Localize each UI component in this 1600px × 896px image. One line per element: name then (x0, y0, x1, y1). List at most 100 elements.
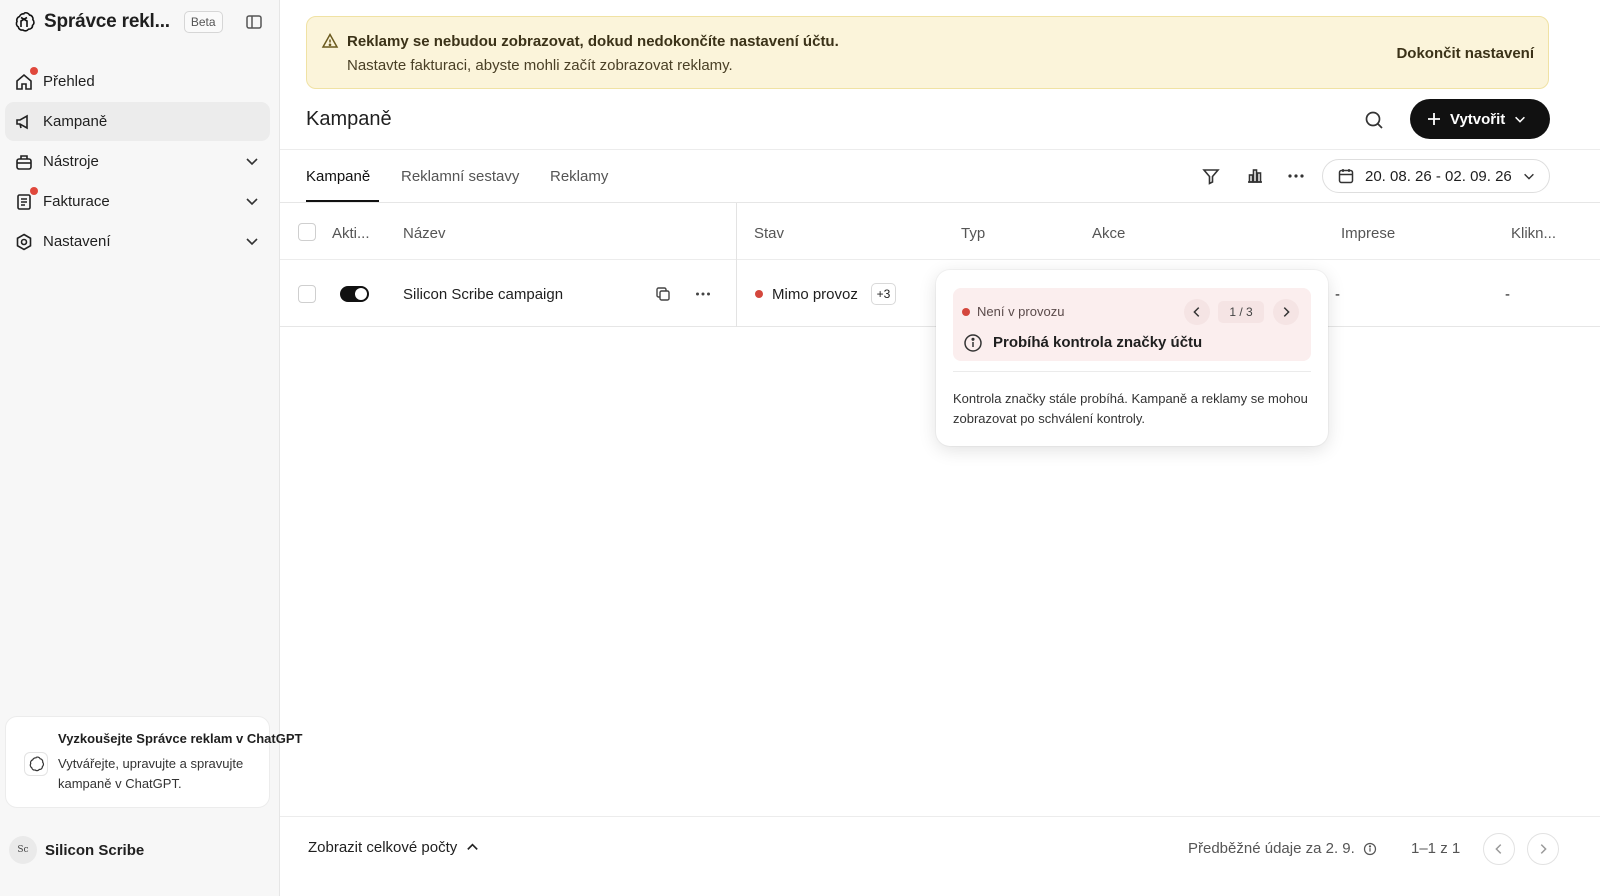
status-popover-header: Není v provozu 1 / 3 Probíhá kontrola zn… (953, 288, 1311, 361)
campaign-clicks: - (1505, 286, 1510, 303)
popover-title: Probíhá kontrola značky účtu (993, 334, 1203, 351)
create-button-label: Vytvořit (1450, 110, 1506, 128)
tab-campaigns[interactable]: Kampaně (306, 168, 370, 185)
column-header-actions[interactable]: Akce (1092, 225, 1125, 242)
home-icon (14, 66, 38, 92)
sidebar-item-tools[interactable]: Nástroje (5, 142, 270, 181)
user-name: Silicon Scribe (45, 841, 145, 859)
promo-title: Vyzkoušejte Správce reklam v ChatGPT (58, 731, 303, 746)
megaphone-icon (14, 112, 34, 132)
more-horizontal-icon[interactable] (694, 285, 712, 303)
pagination-range: 1–1 z 1 (1411, 840, 1461, 857)
chevron-down-icon (246, 158, 258, 166)
next-page-button[interactable] (1527, 833, 1559, 865)
popover-body: Kontrola značky stále probíhá. Kampaně a… (953, 391, 1308, 426)
sidebar: Správce rekl... Beta Přehled Kampaně Nás… (0, 0, 302, 896)
chevron-right-icon (1540, 844, 1547, 854)
status-indicator-dot (962, 308, 970, 316)
beta-badge: Beta (183, 11, 223, 33)
sidebar-nav: Přehled Kampaně Nástroje Fakturace Nasta… (5, 62, 270, 262)
sidebar-toggle-icon[interactable] (244, 12, 264, 32)
chatgpt-promo-card[interactable]: Vyzkoušejte Správce reklam v ChatGPT Vyt… (5, 716, 302, 808)
divider (280, 149, 1600, 150)
extra-status-badge[interactable]: +3 (871, 283, 896, 305)
show-totals-label: Zobrazit celkové počty (308, 839, 458, 856)
chevron-right-icon (1283, 307, 1290, 317)
chevron-down-icon (1523, 173, 1534, 180)
issue-counter: 1 / 3 (1218, 301, 1264, 323)
show-totals-toggle[interactable]: Zobrazit celkové počty (308, 839, 480, 856)
user-profile[interactable]: Sc Silicon Scribe (9, 836, 144, 864)
preliminary-data-label: Předběžné údaje za 2. 9. (1188, 840, 1355, 857)
toolbox-icon (14, 152, 34, 172)
next-issue-button[interactable] (1273, 299, 1299, 325)
setup-warning-banner: Reklamy se nebudou zobrazovat, dokud ned… (306, 16, 1549, 89)
openai-logo-icon (24, 752, 48, 776)
bar-chart-icon[interactable] (1245, 166, 1265, 186)
sidebar-item-settings[interactable]: Nastavení (5, 222, 270, 261)
chevron-down-icon (246, 238, 258, 246)
campaign-active-toggle[interactable] (340, 286, 369, 302)
brand: Správce rekl... Beta (12, 9, 268, 35)
column-header-impressions[interactable]: Imprese (1341, 225, 1395, 242)
notification-dot (30, 66, 38, 75)
chevron-down-icon (1515, 116, 1526, 123)
sidebar-item-label: Přehled (43, 73, 95, 90)
chevron-up-icon (467, 843, 478, 850)
brand-title: Správce rekl... (44, 11, 170, 32)
openai-logo-icon (15, 11, 35, 32)
more-horizontal-icon[interactable] (1286, 166, 1306, 186)
preliminary-data-note: Předběžné údaje za 2. 9. (1188, 840, 1377, 857)
campaign-impressions: - (1335, 286, 1340, 303)
sidebar-item-label: Nástroje (43, 153, 99, 170)
tab-ads[interactable]: Reklamy (550, 168, 608, 185)
date-range-picker[interactable]: 20. 08. 26 - 02. 09. 26 (1322, 159, 1550, 193)
status-indicator-dot (755, 290, 763, 298)
row-checkbox[interactable] (298, 285, 316, 303)
column-header-status[interactable]: Stav (754, 225, 784, 242)
sidebar-item-label: Nastavení (43, 233, 111, 250)
tab-ad-sets[interactable]: Reklamní sestavy (401, 168, 519, 185)
date-range-value: 20. 08. 26 - 02. 09. 26 (1365, 167, 1512, 185)
duplicate-icon[interactable] (654, 285, 672, 303)
sidebar-item-campaigns[interactable]: Kampaně (5, 102, 270, 141)
warning-icon (321, 32, 339, 48)
create-button[interactable]: Vytvořit (1410, 99, 1550, 139)
column-header-active[interactable]: Akti... (332, 225, 370, 242)
search-icon[interactable] (1362, 108, 1386, 132)
avatar: Sc (9, 836, 37, 864)
calendar-icon (1338, 169, 1354, 184)
campaign-status[interactable]: Mimo provoz (772, 286, 858, 303)
plus-icon (1428, 113, 1440, 125)
chevron-left-icon (1495, 844, 1502, 854)
chevron-down-icon (246, 198, 258, 206)
previous-page-button[interactable] (1483, 833, 1515, 865)
popover-status: Není v provozu (977, 304, 1065, 319)
column-divider (736, 203, 737, 327)
previous-issue-button[interactable] (1184, 299, 1210, 325)
promo-text: Vytvářejte, upravujte a spravujte kampan… (58, 756, 244, 791)
banner-title: Reklamy se nebudou zobrazovat, dokud ned… (347, 33, 839, 50)
chevron-left-icon (1193, 307, 1200, 317)
sidebar-item-billing[interactable]: Fakturace (5, 182, 270, 221)
info-icon (964, 334, 982, 352)
info-icon[interactable] (1363, 842, 1377, 856)
gear-icon (14, 232, 34, 252)
divider (953, 371, 1311, 372)
table-header: Akti... Název Stav Typ Akce Imprese Klik… (280, 203, 1600, 260)
divider (280, 816, 1600, 817)
filter-icon[interactable] (1201, 166, 1221, 186)
sidebar-item-label: Fakturace (43, 193, 110, 210)
column-header-clicks[interactable]: Klikn... (1511, 225, 1556, 242)
column-header-name[interactable]: Název (403, 225, 446, 242)
finish-setup-link[interactable]: Dokončit nastavení (1396, 45, 1534, 62)
notification-dot (30, 186, 38, 195)
status-popover: Není v provozu 1 / 3 Probíhá kontrola zn… (936, 270, 1328, 446)
select-all-checkbox[interactable] (298, 223, 316, 241)
sidebar-item-label: Kampaně (43, 113, 108, 130)
page-title: Kampaně (306, 108, 392, 130)
receipt-icon (14, 186, 38, 212)
campaign-name[interactable]: Silicon Scribe campaign (403, 286, 563, 303)
sidebar-item-overview[interactable]: Přehled (5, 62, 270, 101)
column-header-type[interactable]: Typ (961, 225, 985, 242)
